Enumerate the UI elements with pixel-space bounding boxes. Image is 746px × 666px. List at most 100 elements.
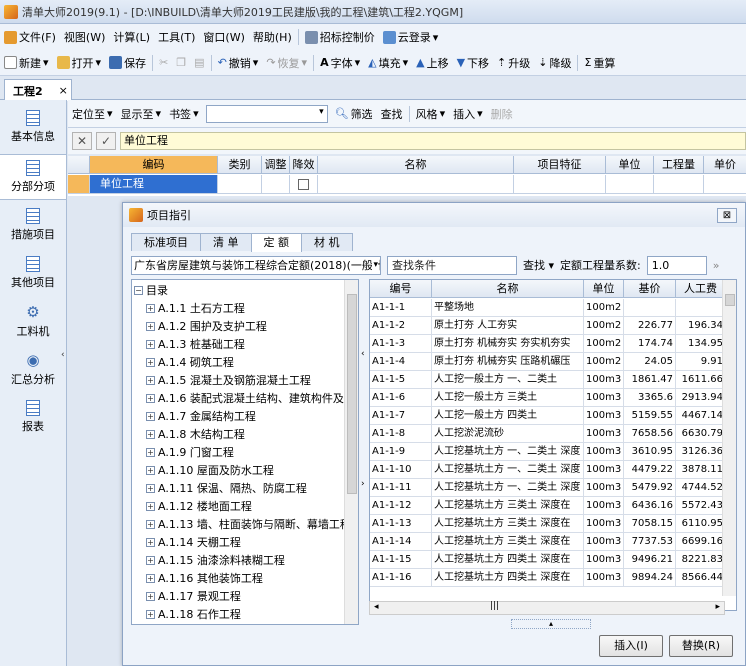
header-reduce[interactable]: 降效 <box>290 156 318 173</box>
table-hscrollbar[interactable]: ◂ ||| ▸ <box>369 601 725 615</box>
bookmark-button[interactable]: 书签 ▾ <box>165 106 203 122</box>
splitter-right-icon[interactable]: › <box>361 479 365 489</box>
menu-file[interactable]: 文件(F) <box>0 29 60 45</box>
expand-icon[interactable]: + <box>146 393 155 403</box>
table-row[interactable]: A1-1-3 原土打夯 机械夯实 夯实机夯实 100m2 174.74 134.95 <box>370 335 726 353</box>
cell-labor[interactable]: 6110.95 <box>676 515 726 533</box>
cell-base-price[interactable]: 3610.95 <box>624 443 676 461</box>
find-dropdown[interactable]: 查找 ▾ <box>523 257 554 273</box>
tree-item[interactable]: + A.1.10 屋面及防水工程 <box>146 461 274 479</box>
font-button[interactable]: A 字体 ▾ <box>316 55 364 71</box>
cell-unit[interactable]: 100m3 <box>584 407 624 425</box>
cell-base-price[interactable]: 1861.47 <box>624 371 676 389</box>
tree-scrollbar[interactable] <box>344 280 358 624</box>
row-reduce[interactable] <box>290 175 318 194</box>
tree-item[interactable]: + A.1.8 木结构工程 <box>146 425 245 443</box>
collapse-icon[interactable]: − <box>134 285 143 295</box>
scroll-thumb[interactable] <box>725 294 735 306</box>
cell-code[interactable]: A1-1-11 <box>370 479 432 497</box>
cell-code[interactable]: A1-1-3 <box>370 335 432 353</box>
expand-icon[interactable]: + <box>146 573 155 583</box>
table-row[interactable]: A1-1-2 原土打夯 人工夯实 100m2 226.77 196.34 <box>370 317 726 335</box>
table-row[interactable]: 单位工程 <box>68 175 746 194</box>
cell-base-price[interactable]: 6436.16 <box>624 497 676 515</box>
cell-code[interactable]: A1-1-2 <box>370 317 432 335</box>
find-button[interactable]: 查找 <box>377 106 407 122</box>
cell-name[interactable]: 原土打夯 人工夯实 <box>432 317 584 335</box>
cell-name[interactable]: 人工挖一般土方 一、二类土 <box>432 371 584 389</box>
th-labor[interactable]: 人工费 <box>676 280 726 297</box>
cell-base-price[interactable]: 3365.6 <box>624 389 676 407</box>
move-down-button[interactable]: ▼ 下移 <box>453 55 493 71</box>
tree-item[interactable]: + A.1.7 金属结构工程 <box>146 407 256 425</box>
table-row[interactable]: A1-1-11 人工挖基坑土方 一、二类土 深度 100m3 5479.92 4744.… <box>370 479 726 497</box>
scroll-right-icon[interactable]: ▸ <box>715 602 720 612</box>
filter-button[interactable]: 🔍︎ 筛选 <box>331 106 377 122</box>
cell-labor[interactable]: 5572.43 <box>676 497 726 515</box>
cell-name[interactable]: 人工挖一般土方 四类土 <box>432 407 584 425</box>
table-row[interactable]: A1-1-10 人工挖基坑土方 一、二类土 深度 100m3 4479.22 3878.… <box>370 461 726 479</box>
cell-unit[interactable]: 100m3 <box>584 371 624 389</box>
collapse-arrow-icon[interactable]: ‹ <box>61 350 65 360</box>
cell-base-price[interactable]: 174.74 <box>624 335 676 353</box>
cell-labor[interactable]: 196.34 <box>676 317 726 335</box>
downgrade-button[interactable]: ⇣ 降级 <box>534 55 575 71</box>
tree-item[interactable]: + A.1.14 天棚工程 <box>146 533 241 551</box>
table-row[interactable]: A1-1-13 人工挖基坑土方 三类土 深度在 100m3 7058.15 6110.9… <box>370 515 726 533</box>
cell-labor[interactable]: 6630.79 <box>676 425 726 443</box>
header-unit[interactable]: 单位 <box>606 156 654 173</box>
scroll-left-icon[interactable]: ◂ <box>374 602 379 612</box>
table-row[interactable]: A1-1-9 人工挖基坑土方 一、二类土 深度 100m3 3610.95 3126.3… <box>370 443 726 461</box>
tree-item[interactable]: +A.1.19 拆除工程 <box>146 623 241 624</box>
cell-name[interactable]: 人工挖淤泥流砂 <box>432 425 584 443</box>
cell-name[interactable]: 人工挖基坑土方 三类土 深度在 <box>432 497 584 515</box>
cell-code[interactable]: A1-1-6 <box>370 389 432 407</box>
menu-bid-control[interactable]: 招标控制价 <box>301 29 379 45</box>
menu-cloud-login[interactable]: 云登录 ▾ <box>379 29 443 45</box>
expand-icon[interactable]: + <box>146 483 155 493</box>
tree-item[interactable]: + A.1.5 混凝土及钢筋混凝土工程 <box>146 371 311 389</box>
cell-unit[interactable]: 100m3 <box>584 425 624 443</box>
cell-labor[interactable] <box>676 299 726 317</box>
sidebar-item-summary[interactable]: ◉ 汇总分析 <box>0 346 66 392</box>
menu-calc[interactable]: 计算(L) <box>109 29 154 45</box>
tab-bill[interactable]: 清 单 <box>200 233 252 251</box>
cell-unit[interactable]: 100m2 <box>584 299 624 317</box>
cell-unit[interactable]: 100m3 <box>584 479 624 497</box>
cell-name[interactable]: 人工挖基坑土方 一、二类土 深度 <box>432 479 584 497</box>
sidebar-item-reports[interactable]: 报表 <box>0 394 66 440</box>
table-row[interactable]: A1-1-7 人工挖一般土方 四类土 100m3 5159.55 4467.14 <box>370 407 726 425</box>
cell-unit[interactable]: 100m3 <box>584 515 624 533</box>
cell-unit[interactable]: 100m3 <box>584 389 624 407</box>
insert-button[interactable]: 插入(I) <box>599 635 663 657</box>
cell-base-price[interactable]: 7737.53 <box>624 533 676 551</box>
cell-name[interactable]: 人工挖基坑土方 一、二类土 深度 <box>432 443 584 461</box>
filter-combo[interactable] <box>205 104 328 123</box>
menu-tools[interactable]: 工具(T) <box>154 29 199 45</box>
cell-name[interactable]: 人工挖基坑土方 一、二类土 深度 <box>432 461 584 479</box>
expand-icon[interactable]: + <box>146 591 155 601</box>
cell-labor[interactable]: 2913.94 <box>676 389 726 407</box>
tab-quota[interactable]: 定 额 <box>250 233 302 252</box>
th-base-price[interactable]: 基价 <box>624 280 676 297</box>
sidebar-item-sections[interactable]: 分部分项 <box>0 154 66 200</box>
cell-unit[interactable]: 100m3 <box>584 551 624 569</box>
th-unit[interactable]: 单位 <box>584 280 624 297</box>
header-code[interactable]: 编码 <box>90 156 218 173</box>
cell-unit[interactable]: 100m3 <box>584 533 624 551</box>
cell-unit[interactable]: 100m3 <box>584 461 624 479</box>
scroll-thumb[interactable] <box>347 294 357 494</box>
cell-name[interactable]: 人工挖基坑土方 三类土 深度在 <box>432 533 584 551</box>
expand-icon[interactable]: » <box>713 259 720 272</box>
cell-labor[interactable]: 8221.83 <box>676 551 726 569</box>
sidebar-item-materials[interactable]: ⚙ 工料机 <box>0 298 66 344</box>
th-code[interactable]: 编号 <box>370 280 432 297</box>
new-button[interactable]: 新建 ▾ <box>0 55 53 71</box>
expand-icon[interactable]: + <box>146 555 155 565</box>
coef-input[interactable]: 1.0 <box>646 255 707 275</box>
splitter-left-icon[interactable]: ‹ <box>361 349 365 359</box>
cell-base-price[interactable] <box>624 299 676 317</box>
save-button[interactable]: 保存 <box>105 55 150 71</box>
upgrade-button[interactable]: ⇡ 升级 <box>493 55 534 71</box>
table-row[interactable]: A1-1-16 人工挖基坑土方 四类土 深度在 100m3 9894.24 8566.4… <box>370 569 726 587</box>
